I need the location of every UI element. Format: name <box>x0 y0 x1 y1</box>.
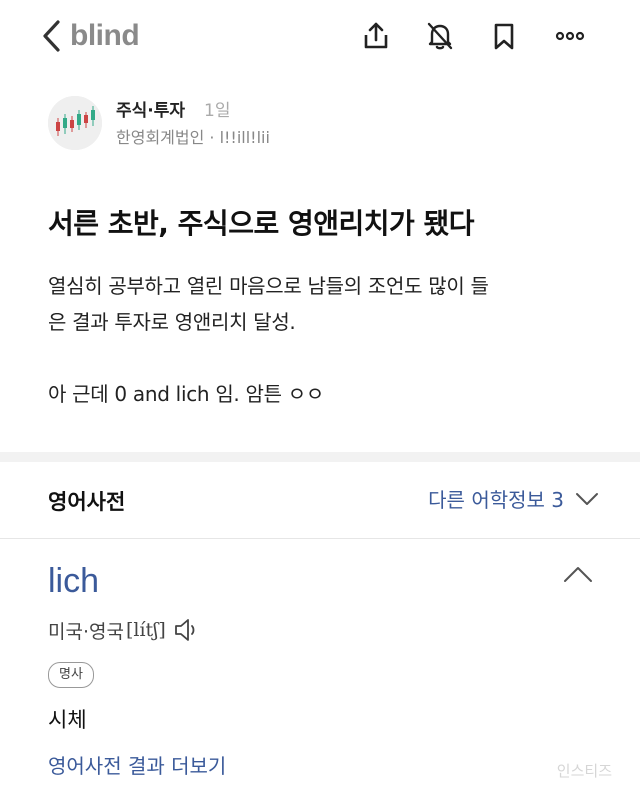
post-body-line: 아 근데 0 and lich 임. 암튼 ㅇㅇ <box>48 382 324 406</box>
more-language-info-button[interactable]: 다른 어학정보 3 <box>428 484 600 513</box>
chevron-up-icon <box>564 567 592 582</box>
dictionary-divider <box>0 538 640 539</box>
more-language-info-label: 다른 어학정보 3 <box>428 488 564 512</box>
brand-logo: blind <box>70 19 140 52</box>
notification-toggle-button[interactable] <box>420 16 460 56</box>
word-meaning: 시체 <box>48 708 87 732</box>
board-name[interactable]: 주식·투자 <box>116 96 185 121</box>
watermark: 인스티즈 <box>556 762 612 780</box>
speaker-icon[interactable] <box>172 616 200 644</box>
pronunciation-region: 미국·영국 <box>48 620 124 643</box>
more-button[interactable] <box>550 16 590 56</box>
part-of-speech-badge: 명사 <box>48 662 94 688</box>
dictionary-label: 영어사전 <box>48 490 126 514</box>
avatar[interactable] <box>48 96 102 150</box>
post-body-line: 열심히 공부하고 열린 마음으로 남들의 조언도 많이 들 <box>48 274 489 298</box>
post-body: 열심히 공부하고 열린 마음으로 남들의 조언도 많이 들 은 결과 투자로 영… <box>48 268 608 412</box>
collapse-button[interactable] <box>560 562 596 592</box>
more-icon <box>555 31 585 41</box>
pronunciation: 미국·영국 [lítʃ] <box>48 616 200 644</box>
share-icon <box>364 22 388 49</box>
dictionary-more-link[interactable]: 영어사전 결과 더보기 <box>48 750 226 779</box>
back-button[interactable]: blind <box>40 14 150 58</box>
back-chevron-icon <box>43 20 60 52</box>
chevron-down-icon <box>576 492 598 505</box>
share-button[interactable] <box>356 16 396 56</box>
post-title: 서른 초반, 주식으로 영앤리치가 됐다 <box>48 207 475 240</box>
post-body-line: 은 결과 투자로 영앤리치 달성. <box>48 310 296 334</box>
top-bar: blind <box>0 0 640 72</box>
ipa-text: [lítʃ] <box>125 619 166 641</box>
dictionary-word: lich <box>48 562 100 600</box>
section-divider <box>0 452 640 462</box>
bookmark-icon <box>494 23 514 50</box>
post-author: 주식·투자 1일 한영회계법인 · l!!ill!lii <box>48 96 608 156</box>
dictionary-header: 영어사전 다른 어학정보 3 <box>0 462 640 538</box>
post-time: 1일 <box>204 101 231 121</box>
candlestick-chart-icon <box>48 96 102 150</box>
bookmark-button[interactable] <box>484 16 524 56</box>
author-company: 한영회계법인 · l!!ill!lii <box>116 128 270 147</box>
notifications-off-icon <box>427 22 453 50</box>
